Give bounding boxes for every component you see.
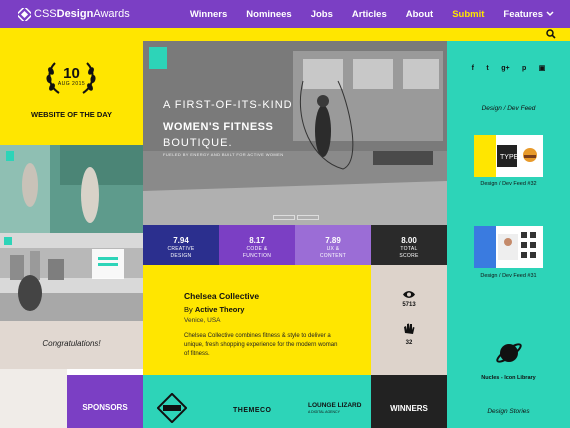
award-label: WEBSITE OF THE DAY — [31, 110, 112, 119]
score-label-1: CREATIVE — [167, 246, 195, 252]
svg-text:TYPE: TYPE — [500, 154, 519, 161]
score-label-2: DESIGN — [170, 253, 192, 259]
search-bar — [0, 28, 570, 41]
nucles-label: Nucles - Icon Library — [481, 375, 536, 381]
score-total: 8.00 TOTAL SCORE — [371, 225, 447, 265]
site-info-panel: Chelsea Collective By Active Theory Veni… — [143, 265, 371, 375]
logo-icon — [18, 7, 31, 21]
score-value: 8.17 — [249, 236, 265, 245]
nominee-thumbnail[interactable] — [0, 145, 143, 233]
sponsor-3-sub: A DIGITAL AGENCY — [308, 410, 340, 414]
sponsors-strip: THEMECO LOUNGE LIZARD A DIGITAL AGENCY — [143, 375, 371, 428]
score-label-1: CODE & — [246, 246, 268, 252]
score-label-2: FUNCTION — [242, 253, 272, 259]
hero-image — [143, 41, 447, 225]
congratulations-panel: Congratulations! — [0, 321, 143, 369]
site-author-line: By Active Theory — [184, 305, 371, 314]
award-date: AUG 2015 — [57, 81, 86, 87]
hero-button[interactable] — [273, 215, 295, 220]
logo-text-suffix: Awards — [93, 8, 130, 20]
site-description: Chelsea Collective combines fitness & st… — [184, 333, 338, 357]
nav-features-label: Features — [503, 8, 543, 20]
feed-thumbnail-image — [474, 226, 543, 268]
award-number: 10 — [63, 65, 80, 82]
logo-text-prefix: CSS — [34, 8, 57, 20]
feed-caption[interactable]: Design / Dev Feed #32 — [447, 181, 570, 187]
score-creative-design: 7.94 CREATIVE DESIGN — [143, 225, 219, 265]
author-prefix: By — [184, 305, 193, 314]
hero-line-2: WOMEN'S FITNESS — [163, 121, 274, 133]
likes-count: 32 — [405, 340, 413, 346]
search-icon[interactable] — [546, 29, 556, 39]
score-value: 7.94 — [173, 236, 189, 245]
instagram-icon[interactable]: ▣ — [539, 65, 546, 72]
google-plus-icon[interactable]: g+ — [501, 65, 509, 72]
nav-winners[interactable]: Winners — [190, 9, 227, 20]
sponsor-3-name: LOUNGE LIZARD — [308, 402, 362, 409]
thumbnail-image — [0, 145, 143, 233]
score-value: 7.89 — [325, 236, 341, 245]
hero-buttons — [273, 215, 321, 220]
score-label-2: SCORE — [399, 253, 419, 259]
hero-button[interactable] — [297, 215, 319, 220]
nav-about[interactable]: About — [406, 9, 433, 20]
sponsor-themeco[interactable]: THEMECO — [233, 407, 272, 414]
page: CSS Design Awards Winners Nominees Jobs Ar… — [0, 0, 570, 428]
winners-tile[interactable]: WINNERS — [371, 375, 447, 428]
hero-line-1: A FIRST-OF-ITS-KIND — [163, 99, 293, 111]
winners-label: WINNERS — [390, 404, 428, 413]
sponsors-title-tile: SPONSORS — [67, 375, 143, 428]
hero-line-3: BOUTIQUE. — [163, 137, 233, 149]
site-badge — [149, 47, 167, 69]
score-label-1: UX & — [326, 246, 340, 252]
eye-icon — [403, 291, 415, 298]
nav-links: Winners Nominees Jobs Articles About Sub… — [171, 0, 554, 28]
thumbnail-image — [0, 233, 143, 321]
social-links: f t g+ p ▣ — [447, 57, 570, 75]
twitter-icon[interactable]: t — [486, 65, 488, 72]
nucles-planet-icon — [495, 343, 522, 363]
sponsor-1-logo-icon — [156, 392, 188, 424]
featured-site-hero[interactable]: A FIRST-OF-ITS-KIND WOMEN'S FITNESS BOUT… — [143, 41, 447, 225]
feed-thumbnail[interactable]: TYPE — [474, 135, 543, 177]
design-stories-heading: Design Stories — [487, 408, 530, 415]
score-value: 8.00 — [401, 236, 417, 245]
clap-icon[interactable] — [402, 322, 416, 336]
feed-thumbnail[interactable] — [474, 226, 543, 268]
nucles-promo[interactable]: Nucles - Icon Library — [447, 338, 570, 381]
score-label-2: CONTENT — [319, 253, 347, 259]
site-stats-panel: 5713 32 — [371, 265, 447, 375]
pinterest-icon[interactable]: p — [522, 65, 526, 72]
feed-thumbnail-image: TYPE — [474, 135, 543, 177]
author-name[interactable]: Active Theory — [195, 305, 245, 314]
sponsor-lounge-lizard[interactable]: LOUNGE LIZARD A DIGITAL AGENCY — [308, 402, 361, 414]
nav-jobs[interactable]: Jobs — [311, 9, 333, 20]
sponsors-title: SPONSORS — [82, 403, 128, 412]
nav-nominees[interactable]: Nominees — [246, 9, 291, 20]
feed-caption[interactable]: Design / Dev Feed #31 — [447, 273, 570, 279]
right-sidebar: f t g+ p ▣ Design / Dev Feed TYPE Design… — [447, 41, 570, 428]
score-ux-content: 7.89 UX & CONTENT — [295, 225, 371, 265]
facebook-icon[interactable]: f — [472, 65, 474, 72]
blank-tile — [0, 369, 67, 428]
top-navigation: CSS Design Awards Winners Nominees Jobs Ar… — [0, 0, 570, 28]
website-of-the-day-badge: 10 AUG 2015 WEBSITE OF THE DAY — [0, 41, 143, 145]
score-row: 7.94 CREATIVE DESIGN 8.17 CODE & FUNCTIO… — [143, 225, 447, 265]
site-location: Venice, USA — [184, 317, 221, 324]
congratulations-text: Congratulations! — [42, 339, 101, 348]
nav-articles[interactable]: Articles — [352, 9, 387, 20]
feed-heading: Design / Dev Feed — [481, 105, 536, 112]
logo-text-bold: Design — [56, 8, 94, 20]
score-code-function: 8.17 CODE & FUNCTION — [219, 225, 295, 265]
site-logo[interactable]: CSS Design Awards — [18, 7, 130, 21]
nav-features[interactable]: Features — [503, 9, 554, 20]
chevron-down-icon — [546, 10, 554, 16]
views-count: 5713 — [402, 302, 416, 308]
sponsor-logo-1[interactable] — [143, 392, 191, 428]
site-title[interactable]: Chelsea Collective — [184, 291, 371, 301]
hero-tagline: FUELED BY ENERGY AND BUILT FOR ACTIVE WO… — [163, 152, 284, 157]
nominee-thumbnail[interactable] — [0, 233, 143, 321]
nav-submit[interactable]: Submit — [452, 9, 484, 20]
score-label-1: TOTAL — [400, 246, 418, 252]
